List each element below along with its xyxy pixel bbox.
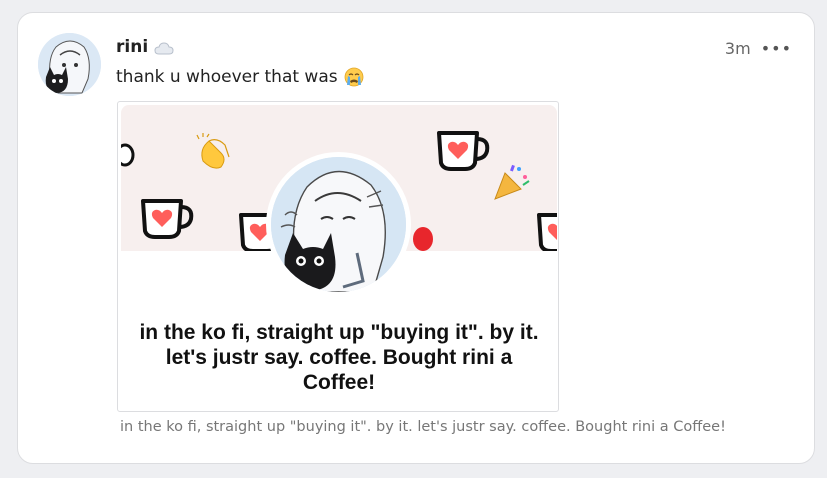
- embed-title[interactable]: in the ko fi, straight up "buying it". b…: [128, 320, 550, 395]
- more-options-icon[interactable]: •••: [761, 40, 792, 57]
- balloon-icon: [413, 227, 433, 251]
- post-body: thank u whoever that was: [116, 67, 364, 87]
- timestamp[interactable]: 3m: [725, 39, 751, 58]
- username[interactable]: rini: [116, 37, 148, 57]
- link-embed[interactable]: in the ko fi, straight up "buying it". b…: [117, 101, 559, 412]
- post-text: thank u whoever that was: [116, 67, 338, 87]
- cloud-icon: [154, 40, 176, 55]
- profile-picture: [266, 152, 411, 297]
- coffee-cup-icon: [118, 143, 135, 167]
- clapping-hands-icon: [196, 133, 230, 169]
- post-card[interactable]: rini 3m ••• thank u whoever that was in …: [17, 12, 815, 464]
- crying-emoji-icon: [344, 67, 364, 87]
- coffee-cup-icon: [437, 131, 490, 171]
- party-popper-icon: [494, 164, 530, 200]
- coffee-cup-icon: [141, 199, 194, 239]
- coffee-cup-icon: [537, 213, 558, 253]
- avatar[interactable]: [38, 33, 101, 96]
- embed-caption: in the ko fi, straight up "buying it". b…: [120, 419, 726, 435]
